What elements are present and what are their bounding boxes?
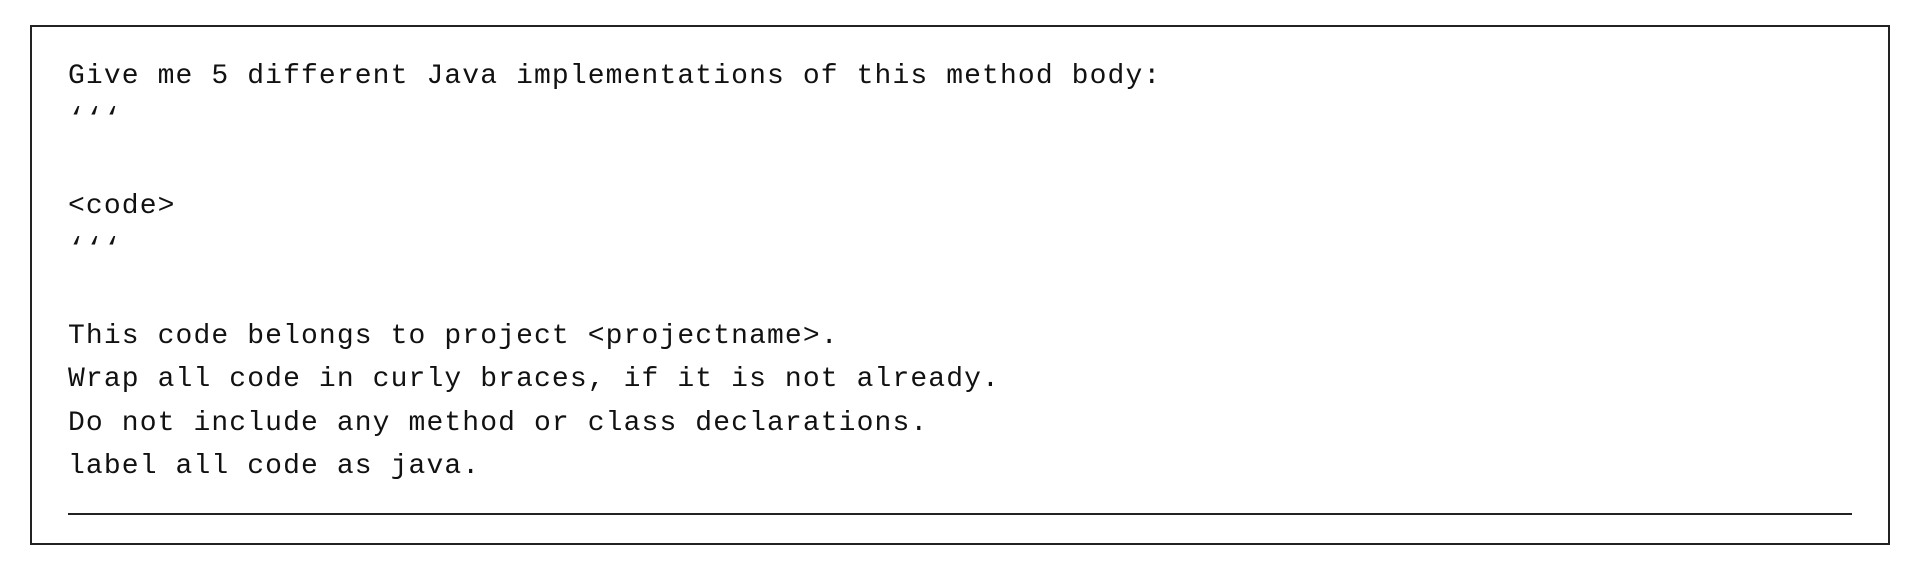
bottom-divider [68,513,1852,515]
prompt-text: Give me 5 different Java implementations… [68,55,1852,489]
main-card: Give me 5 different Java implementations… [30,25,1890,545]
